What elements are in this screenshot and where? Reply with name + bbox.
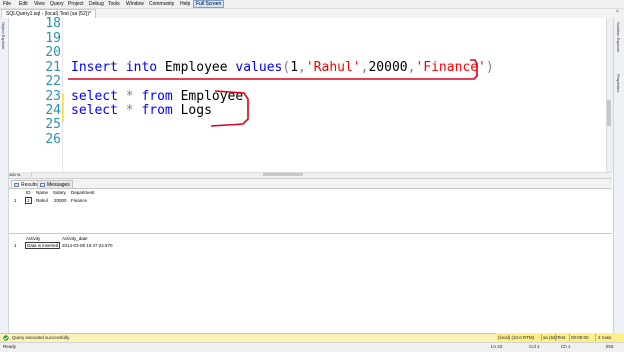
cell-activity[interactable]: Data is inserted <box>25 242 61 249</box>
column-header-id[interactable]: ID <box>26 190 31 196</box>
results-grid-employee[interactable] <box>9 188 612 233</box>
divider <box>569 334 570 341</box>
database-name: Test <box>557 335 566 340</box>
column-header-salary[interactable]: Salary <box>53 190 66 196</box>
column-position: Col 1 <box>529 344 540 349</box>
elapsed-time: 00:00:00 <box>571 335 589 340</box>
row-number[interactable]: 1 <box>14 243 17 249</box>
column-header-activity-date[interactable]: Activity_date <box>62 236 88 242</box>
cell-salary[interactable]: 20000 <box>54 198 67 204</box>
divider <box>555 334 556 341</box>
row-count: 2 rows <box>598 335 612 340</box>
server-name: (local) (10.0 RTM) <box>498 335 535 340</box>
divider <box>541 334 542 341</box>
ready-status: Ready <box>3 344 17 349</box>
column-header-department[interactable]: Department <box>71 190 95 196</box>
query-status-message: Query executed successfully. <box>12 335 71 340</box>
annotation-box-insert <box>68 59 478 80</box>
line-position: Ln 22 <box>491 344 503 349</box>
divider <box>595 334 596 341</box>
char-position: Ch 1 <box>561 344 571 349</box>
row-number[interactable]: 1 <box>14 198 17 204</box>
cell-activity-date[interactable]: 2014-03-08 10:47:24.870 <box>62 243 113 249</box>
success-check-icon <box>3 335 9 341</box>
grid-icon <box>14 183 19 187</box>
message-icon <box>40 183 45 187</box>
cell-id[interactable]: 1 <box>25 197 32 204</box>
cell-department[interactable]: Finance <box>71 198 87 204</box>
column-header-name[interactable]: Name <box>36 190 48 196</box>
cell-name[interactable]: Rahul <box>36 198 48 204</box>
insert-mode: INS <box>606 344 614 349</box>
annotation-box-selects <box>210 90 249 127</box>
